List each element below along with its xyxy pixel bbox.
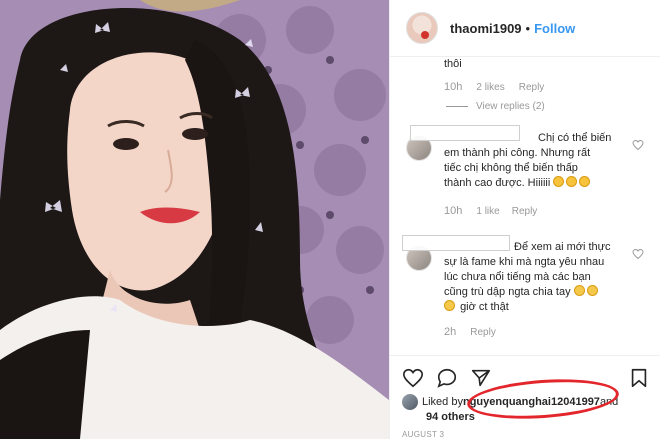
grin-emoji-icon <box>566 176 578 187</box>
post-date[interactable]: AUGUST 3 <box>402 430 444 439</box>
comment-time: 2h <box>444 326 457 338</box>
reply-button[interactable]: Reply <box>512 206 538 217</box>
view-replies-button[interactable]: View replies (2) <box>446 101 545 112</box>
post-photo <box>0 0 389 439</box>
comment-meta: 10h 1 like Reply <box>444 205 537 217</box>
liked-others[interactable]: 94 others <box>426 411 475 423</box>
crying-emoji-icon <box>573 285 585 296</box>
like-comment-heart-icon[interactable] <box>632 139 644 151</box>
comment-likes[interactable]: 2 likes <box>476 82 504 93</box>
comment-line: lúc chưa nổi tiếng mà các bạn <box>444 271 591 283</box>
comment-line: cũng trù dập ngta chia tay <box>444 286 571 298</box>
author-username[interactable]: thaomi1909 <box>450 21 522 36</box>
crying-emoji-icon <box>586 285 598 296</box>
view-replies-label: View replies (2) <box>476 101 545 112</box>
reply-button[interactable]: Reply <box>470 327 496 338</box>
post-side-panel: thaomi1909 • Follow thôi 10h 2 likes Rep… <box>390 0 660 439</box>
comment-line-with-emoji: thành cao được. Hiiiiii <box>444 176 640 191</box>
liked-by: Liked by nguyenquanghai12041997 and <box>402 394 618 410</box>
comment-time: 10h <box>444 81 463 93</box>
comments-list[interactable]: thôi 10h 2 likes Reply View replies (2) … <box>390 57 660 355</box>
comment-line: Để xem ai mới thực <box>514 241 611 253</box>
liked-and: and <box>599 396 619 408</box>
comment-line: sự là fame khi mà ngta yêu nhau <box>444 256 605 268</box>
liker-avatar <box>402 394 418 410</box>
comment-text: thôi <box>444 57 462 72</box>
comment-likes[interactable]: 1 like <box>476 206 499 217</box>
bookmark-icon[interactable] <box>628 367 650 389</box>
comment-icon[interactable] <box>436 367 458 389</box>
heart-icon[interactable] <box>402 367 424 389</box>
comment-text: Để xem ai mới thực sự là fame khi mà ngt… <box>444 240 640 315</box>
replies-line <box>446 106 468 107</box>
comment-meta: 10h 2 likes Reply <box>444 81 544 93</box>
grin-emoji-icon <box>553 176 565 187</box>
crying-emoji-icon <box>444 300 455 311</box>
comment-line: giờ ct thật <box>460 301 509 313</box>
comment-line-with-emoji: giờ ct thật <box>444 300 640 315</box>
post-actions: Liked by nguyenquanghai12041997 and 94 o… <box>390 355 660 439</box>
post-header: thaomi1909 • Follow <box>390 0 660 57</box>
header-separator: • <box>525 20 531 36</box>
photo-illustration <box>0 0 389 439</box>
comment-line: Chị có thể biến <box>538 132 612 144</box>
comment-line: thôi <box>444 58 462 70</box>
comment-line: tiếc chị không thể biến thấp <box>444 162 578 174</box>
liked-prefix: Liked by <box>422 396 463 408</box>
grin-emoji-icon <box>579 176 591 187</box>
comment-line: em thành phi công. Nhưng rất <box>444 147 591 159</box>
share-icon[interactable] <box>470 367 492 389</box>
comment-time: 10h <box>444 205 463 217</box>
reply-button[interactable]: Reply <box>519 82 545 93</box>
author-avatar[interactable] <box>406 12 438 44</box>
comment-line-with-emoji: cũng trù dập ngta chia tay <box>444 285 640 300</box>
like-comment-heart-icon[interactable] <box>632 248 644 260</box>
comment-meta: 2h Reply <box>444 326 496 338</box>
follow-button[interactable]: Follow <box>534 21 575 36</box>
liker-username[interactable]: nguyenquanghai12041997 <box>463 396 600 408</box>
comment-text: Chị có thể biến em thành phi công. Nhưng… <box>444 131 640 191</box>
comment-line: thành cao được. Hiiiiii <box>444 177 551 189</box>
